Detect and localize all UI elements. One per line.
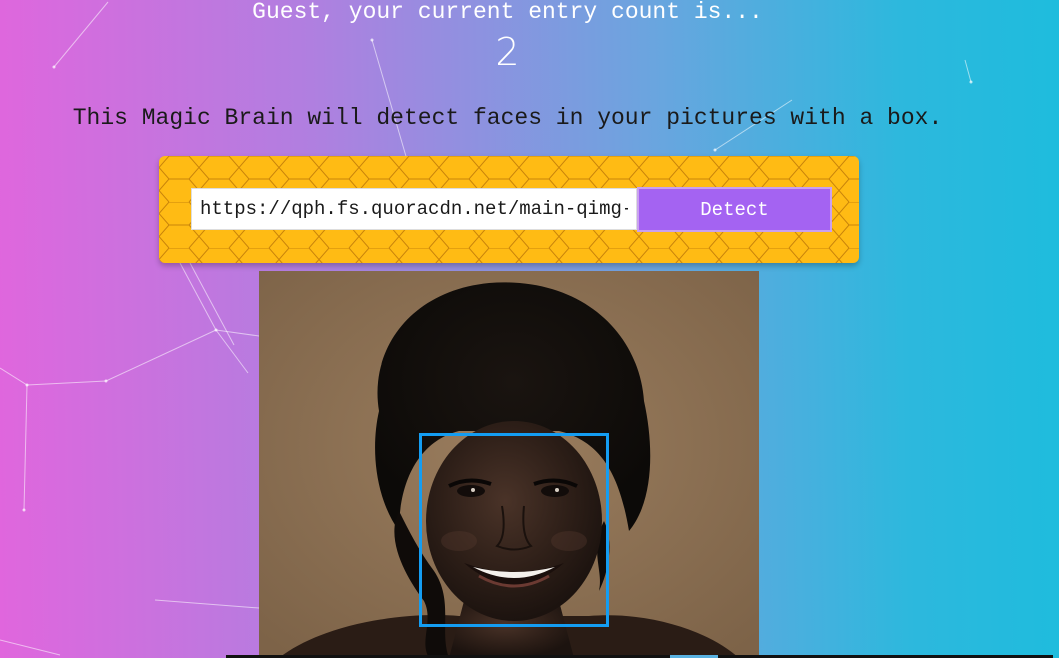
entry-count-value: 2 [495, 30, 520, 74]
face-bounding-box [419, 433, 609, 627]
image-url-form: Detect [159, 156, 859, 263]
entry-count-greeting: Guest, your current entry count is... [252, 0, 763, 25]
app-description: This Magic Brain will detect faces in yo… [72, 105, 943, 131]
detect-button[interactable]: Detect [637, 187, 832, 232]
image-url-input[interactable] [191, 188, 637, 230]
result-photo [259, 271, 759, 658]
